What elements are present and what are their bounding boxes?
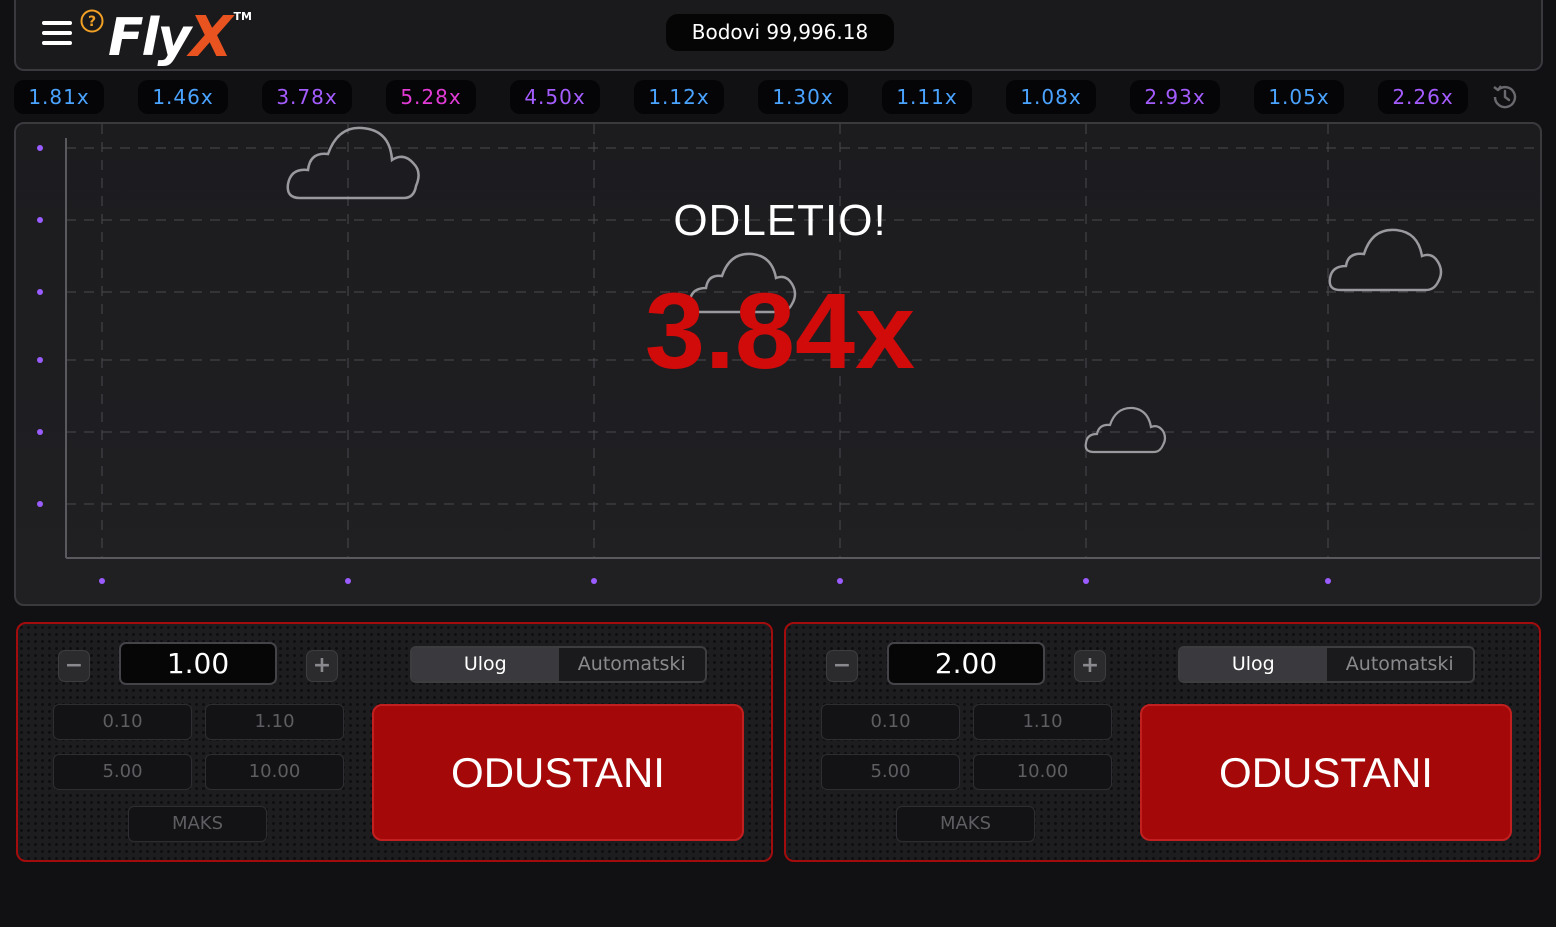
quick-bet-button[interactable]: 0.10 — [53, 704, 192, 740]
bet-mode-toggle: Ulog Automatski — [1178, 646, 1475, 683]
balance-display: Bodovi 99,996.18 — [666, 14, 894, 51]
history-multiplier-chip[interactable]: 2.26x — [1378, 80, 1468, 114]
bet-amount-input[interactable]: 2.00 — [887, 642, 1045, 685]
decrease-bet-button[interactable]: − — [826, 650, 858, 682]
x-axis-dot — [345, 578, 351, 584]
crash-multiplier: 3.84x — [644, 270, 916, 391]
cloud-icon — [1084, 406, 1167, 454]
y-axis-dot — [37, 145, 43, 151]
history-multiplier-chip[interactable]: 1.46x — [138, 80, 228, 114]
crash-title: ODLETIO! — [673, 196, 887, 245]
quick-bet-button[interactable]: 10.00 — [973, 754, 1112, 790]
quick-bet-button[interactable]: 0.10 — [821, 704, 960, 740]
tab-bet[interactable]: Ulog — [412, 648, 559, 681]
tab-auto[interactable]: Automatski — [559, 648, 706, 681]
tab-bet[interactable]: Ulog — [1180, 648, 1327, 681]
flyx-logo: Fly X TM — [108, 4, 252, 70]
quick-bet-button[interactable]: 5.00 — [821, 754, 960, 790]
y-axis-dot — [37, 501, 43, 507]
history-multiplier-chip[interactable]: 4.50x — [510, 80, 600, 114]
bet-panel-2: − 2.00 + Ulog Automatski 0.10 1.10 5.00 … — [784, 622, 1541, 862]
history-icon[interactable] — [1490, 82, 1520, 112]
cancel-button[interactable]: ODUSTANI — [372, 704, 744, 841]
top-bar: ? Fly X TM Bodovi 99,996.18 — [14, 0, 1543, 71]
history-multiplier-chip[interactable]: 1.30x — [758, 80, 848, 114]
tab-auto[interactable]: Automatski — [1327, 648, 1474, 681]
svg-text:?: ? — [88, 14, 96, 30]
quick-bet-button[interactable]: 1.10 — [973, 704, 1112, 740]
history-multiplier-chip[interactable]: 2.93x — [1130, 80, 1220, 114]
history-multiplier-chip[interactable]: 1.81x — [14, 80, 104, 114]
multiplier-history: 1.81x 1.46x 3.78x 5.28x 4.50x 1.12x 1.30x 1.11x… — [14, 80, 1524, 114]
max-bet-button[interactable]: MAKS — [128, 806, 267, 842]
x-axis-dot — [99, 578, 105, 584]
history-multiplier-chip[interactable]: 1.12x — [634, 80, 724, 114]
bet-amount-input[interactable]: 1.00 — [119, 642, 277, 685]
x-axis-dot — [1083, 578, 1089, 584]
game-canvas: ODLETIO! 3.84x — [14, 122, 1542, 606]
x-axis-dot — [837, 578, 843, 584]
bet-mode-toggle: Ulog Automatski — [410, 646, 707, 683]
max-bet-button[interactable]: MAKS — [896, 806, 1035, 842]
logo-trademark: TM — [233, 10, 252, 23]
history-multiplier-chip[interactable]: 5.28x — [386, 80, 476, 114]
history-multiplier-chip[interactable]: 3.78x — [262, 80, 352, 114]
history-multiplier-chip[interactable]: 1.05x — [1254, 80, 1344, 114]
y-axis-dot — [37, 429, 43, 435]
decrease-bet-button[interactable]: − — [58, 650, 90, 682]
increase-bet-button[interactable]: + — [306, 650, 338, 682]
bet-panel-1: − 1.00 + Ulog Automatski 0.10 1.10 5.00 … — [16, 622, 773, 862]
menu-icon[interactable] — [42, 16, 76, 48]
help-icon[interactable]: ? — [80, 9, 104, 33]
x-axis-dot — [1325, 578, 1331, 584]
cancel-button[interactable]: ODUSTANI — [1140, 704, 1512, 841]
cloud-icon — [286, 126, 420, 200]
quick-bet-button[interactable]: 10.00 — [205, 754, 344, 790]
x-axis-dot — [591, 578, 597, 584]
quick-bet-button[interactable]: 1.10 — [205, 704, 344, 740]
increase-bet-button[interactable]: + — [1074, 650, 1106, 682]
history-multiplier-chip[interactable]: 1.11x — [882, 80, 972, 114]
logo-text: Fly — [108, 8, 191, 68]
quick-bet-button[interactable]: 5.00 — [53, 754, 192, 790]
logo-accent: X — [189, 5, 233, 70]
history-multiplier-chip[interactable]: 1.08x — [1006, 80, 1096, 114]
